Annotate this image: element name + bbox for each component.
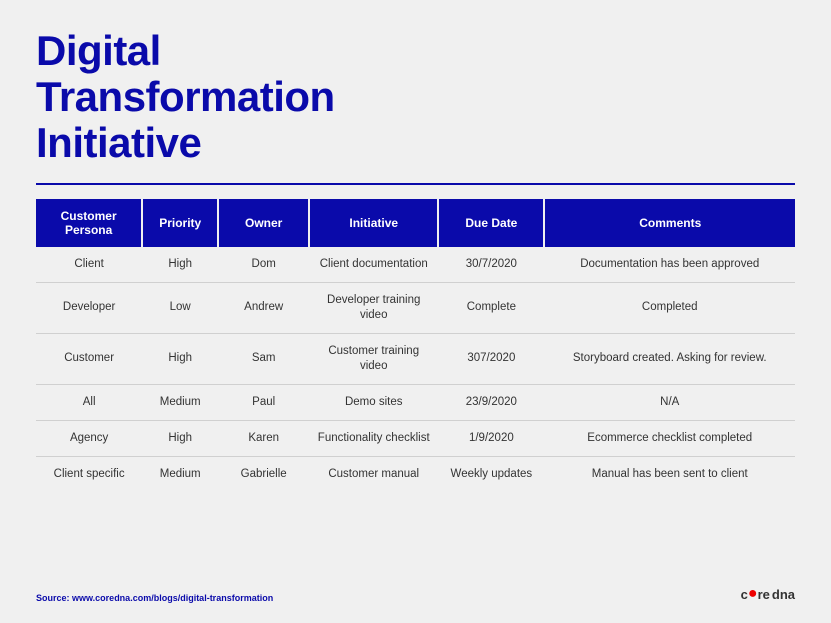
cell-owner: Dom (218, 247, 309, 282)
col-header-initiative: Initiative (309, 199, 438, 247)
source-link: Source: www.coredna.com/blogs/digital-tr… (36, 593, 273, 603)
col-header-due-date: Due Date (438, 199, 544, 247)
table-row: All Medium Paul Demo sites 23/9/2020 N/A (36, 384, 795, 420)
cell-priority: High (142, 333, 218, 384)
cell-persona: Client specific (36, 456, 142, 491)
cell-comments: Storyboard created. Asking for review. (544, 333, 795, 384)
table-row: Developer Low Andrew Developer training … (36, 283, 795, 334)
cell-comments: N/A (544, 384, 795, 420)
cell-initiative: Client documentation (309, 247, 438, 282)
cell-initiative: Developer training video (309, 283, 438, 334)
cell-due-date: 30/7/2020 (438, 247, 544, 282)
table-header: Customer Persona Priority Owner Initiati… (36, 199, 795, 247)
title-section: Digital Transformation Initiative (36, 28, 795, 167)
cell-priority: High (142, 420, 218, 456)
cell-initiative: Demo sites (309, 384, 438, 420)
table-row: Customer High Sam Customer training vide… (36, 333, 795, 384)
cell-priority: High (142, 247, 218, 282)
cell-priority: Medium (142, 456, 218, 491)
cell-initiative: Customer training video (309, 333, 438, 384)
cell-owner: Andrew (218, 283, 309, 334)
cell-owner: Sam (218, 333, 309, 384)
cell-persona: All (36, 384, 142, 420)
cell-priority: Low (142, 283, 218, 334)
cell-persona: Developer (36, 283, 142, 334)
col-header-priority: Priority (142, 199, 218, 247)
cell-comments: Ecommerce checklist completed (544, 420, 795, 456)
logo: c●redna (741, 585, 795, 603)
cell-persona: Client (36, 247, 142, 282)
cell-comments: Manual has been sent to client (544, 456, 795, 491)
cell-persona: Agency (36, 420, 142, 456)
cell-owner: Karen (218, 420, 309, 456)
logo-text-core: c (741, 587, 748, 602)
cell-owner: Gabrielle (218, 456, 309, 491)
cell-due-date: 1/9/2020 (438, 420, 544, 456)
table-wrapper: Customer Persona Priority Owner Initiati… (36, 199, 795, 577)
cell-comments: Documentation has been approved (544, 247, 795, 282)
cell-due-date: Complete (438, 283, 544, 334)
cell-priority: Medium (142, 384, 218, 420)
cell-persona: Customer (36, 333, 142, 384)
cell-due-date: Weekly updates (438, 456, 544, 491)
col-header-persona: Customer Persona (36, 199, 142, 247)
divider (36, 183, 795, 186)
logo-text-re: re (758, 587, 770, 602)
table-body: Client High Dom Client documentation 30/… (36, 247, 795, 492)
footer: Source: www.coredna.com/blogs/digital-tr… (36, 585, 795, 603)
main-title: Digital Transformation Initiative (36, 28, 795, 167)
logo-dot: ● (748, 585, 758, 603)
table-row: Client High Dom Client documentation 30/… (36, 247, 795, 282)
cell-due-date: 307/2020 (438, 333, 544, 384)
col-header-comments: Comments (544, 199, 795, 247)
cell-initiative: Functionality checklist (309, 420, 438, 456)
cell-due-date: 23/9/2020 (438, 384, 544, 420)
page-container: Digital Transformation Initiative Custom… (0, 0, 831, 623)
table-row: Agency High Karen Functionality checklis… (36, 420, 795, 456)
logo-text-dna: dna (772, 587, 795, 602)
cell-owner: Paul (218, 384, 309, 420)
cell-comments: Completed (544, 283, 795, 334)
col-header-owner: Owner (218, 199, 309, 247)
table-row: Client specific Medium Gabrielle Custome… (36, 456, 795, 491)
initiative-table: Customer Persona Priority Owner Initiati… (36, 199, 795, 492)
cell-initiative: Customer manual (309, 456, 438, 491)
